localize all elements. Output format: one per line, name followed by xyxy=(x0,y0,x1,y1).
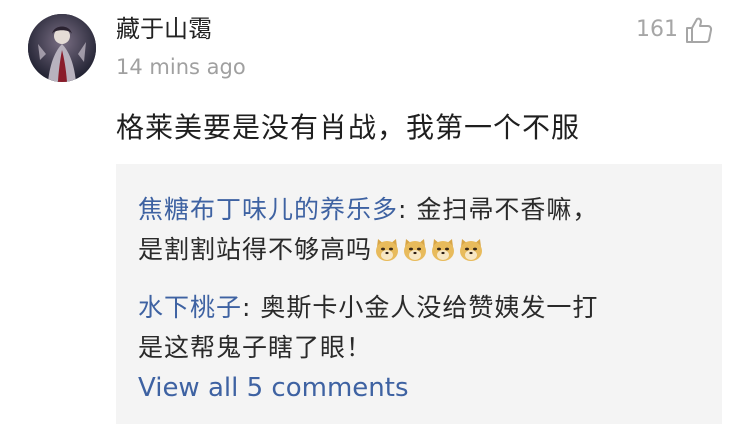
reply-author[interactable]: 焦糖布丁味儿的养乐多 xyxy=(138,195,398,224)
comment-timestamp: 14 mins ago xyxy=(116,55,246,79)
reply-author[interactable]: 水下桃子 xyxy=(138,293,242,322)
thumbs-up-icon xyxy=(686,17,713,43)
view-all-comments-link[interactable]: View all 5 comments xyxy=(138,370,409,406)
reply-item: 焦糖布丁味儿的养乐多: 金扫帚不香嘛， 是割割站得不够高吗 xyxy=(138,190,708,270)
like-count: 161 xyxy=(636,17,678,42)
reply-separator: : xyxy=(242,293,261,322)
avatar[interactable] xyxy=(28,14,96,82)
like-button[interactable]: 161 xyxy=(636,14,714,46)
comment-text: 格莱美要是没有肖战，我第一个不服 xyxy=(116,111,581,144)
emoji-group xyxy=(374,237,484,263)
reply-text-line2: 是这帮鬼子瞎了眼！ xyxy=(138,333,373,362)
reply-separator: : xyxy=(398,195,417,224)
reply-item: 水下桃子: 奥斯卡小金人没给赞姨发一打 是这帮鬼子瞎了眼！ xyxy=(138,288,708,368)
doge-emoji-icon xyxy=(376,239,399,261)
reply-text-line1: 奥斯卡小金人没给赞姨发一打 xyxy=(260,293,599,322)
reply-text-line1: 金扫帚不香嘛， xyxy=(416,195,599,224)
doge-emoji-icon xyxy=(404,239,427,261)
avatar-image xyxy=(28,14,96,82)
doge-emoji-icon xyxy=(432,239,455,261)
reply-text-line2: 是割割站得不够高吗 xyxy=(138,235,373,264)
comment-username[interactable]: 藏于山霭 xyxy=(116,14,212,44)
doge-emoji-icon xyxy=(460,239,483,261)
replies-panel: 焦糖布丁味儿的养乐多: 金扫帚不香嘛， 是割割站得不够高吗 水下桃子: 奥斯卡小… xyxy=(116,164,722,424)
